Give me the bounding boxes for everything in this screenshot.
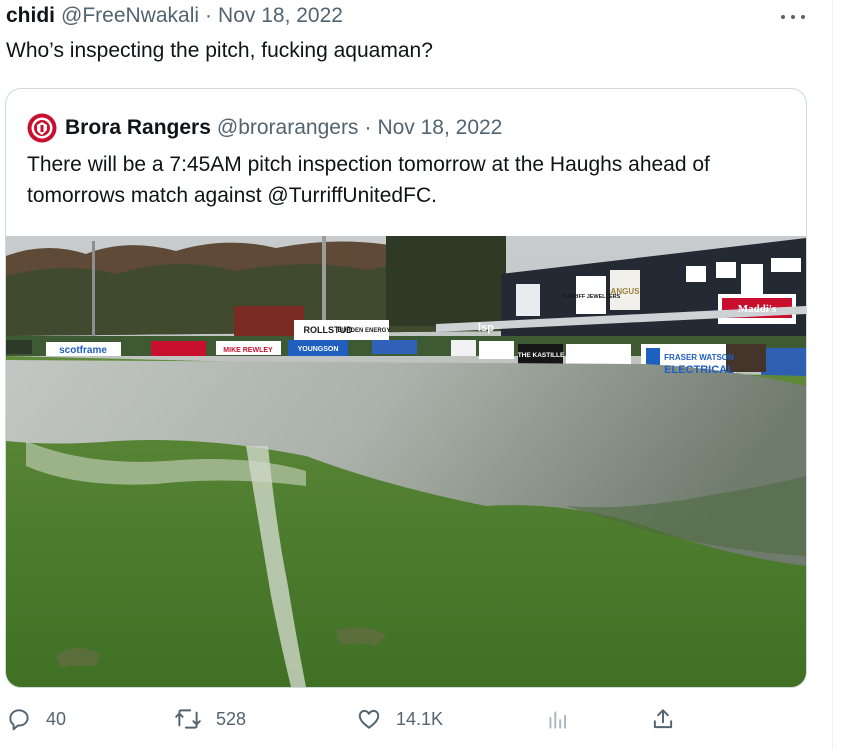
ad-board-fraser-line1: FRASER WATSON — [664, 353, 734, 362]
ad-board-kastille: THE KASTILLE — [518, 352, 565, 359]
quoted-author-handle[interactable]: @brorarangers — [217, 116, 359, 140]
share-button[interactable] — [650, 706, 676, 732]
ad-board-fraser-line2: ELECTRICAL — [664, 364, 734, 376]
ad-board-lsp: lsp — [478, 322, 494, 334]
analytics-icon — [549, 711, 567, 729]
ad-board-scotframe: scotframe — [59, 345, 107, 356]
ad-board-youngson: YOUNGSON — [298, 346, 339, 353]
quoted-tweet-text: There will be a 7:45AM pitch inspection … — [27, 153, 710, 207]
quoted-author-name[interactable]: Brora Rangers — [65, 116, 211, 140]
author-name[interactable]: chidi — [6, 4, 55, 28]
author-handle[interactable]: @FreeNwakali — [61, 4, 199, 28]
quoted-tweet-header: Brora Rangers @brorarangers · Nov 18, 20… — [27, 113, 502, 143]
timeline-divider — [832, 0, 833, 750]
club-crest-avatar[interactable] — [27, 113, 57, 143]
ad-board-maddis: Maddi's — [738, 303, 777, 315]
like-count: 14.1K — [396, 708, 444, 729]
action-bar: 40 528 14.1K — [0, 706, 832, 742]
post-date[interactable]: Nov 18, 2022 — [218, 4, 343, 28]
tweet-header: chidi @FreeNwakali · Nov 18, 2022 — [6, 4, 343, 28]
ad-board-burden: BURDEN ENERGY — [338, 328, 391, 334]
quoted-tweet[interactable]: Brora Rangers @brorarangers · Nov 18, 20… — [5, 88, 807, 688]
tweet-text: Who’s inspecting the pitch, fucking aqua… — [6, 39, 433, 62]
reply-icon — [9, 709, 29, 731]
ad-board-mike: MIKE REWLEY — [223, 347, 273, 354]
reply-button[interactable]: 40 — [6, 706, 66, 732]
views-button[interactable] — [545, 706, 571, 732]
flooded-pitch-photo[interactable]: scotframe MIKE REWLEY YOUNGSON ROLLSTUD … — [6, 236, 806, 687]
ad-board-angus: ANGUS — [611, 287, 641, 296]
heart-icon — [358, 709, 380, 729]
header-separator: · — [205, 4, 213, 27]
quoted-header-separator: · — [364, 116, 372, 139]
like-button[interactable]: 14.1K — [356, 706, 443, 732]
retweet-button[interactable]: 528 — [174, 706, 246, 732]
share-icon — [653, 709, 673, 729]
tweet: chidi @FreeNwakali · Nov 18, 2022 Who’s … — [0, 0, 832, 750]
retweet-count: 528 — [216, 708, 247, 729]
more-options-button[interactable] — [779, 6, 807, 26]
retweet-icon — [175, 709, 201, 729]
quoted-post-date[interactable]: Nov 18, 2022 — [377, 116, 502, 140]
reply-count: 40 — [46, 708, 67, 729]
